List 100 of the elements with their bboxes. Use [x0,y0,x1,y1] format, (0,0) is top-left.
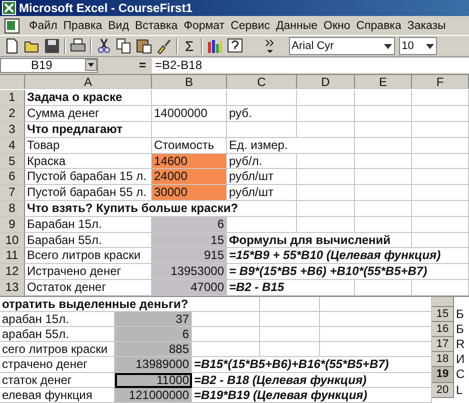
row-header[interactable]: 7 [0,185,25,201]
row-header[interactable]: 11 [0,248,25,264]
font-size-dropdown[interactable]: 10 [398,37,437,56]
menu-item[interactable]: Заказы [404,20,449,32]
row-header[interactable]: 12 [0,264,25,280]
cell-text: С [456,367,465,382]
table-cell [227,216,297,233]
table-cell [297,154,355,170]
dropdown-arrow-icon[interactable] [384,42,392,50]
table-cell [260,342,320,358]
table-cell [297,185,355,201]
table-cell [192,327,260,342]
row-header[interactable]: 1 [0,90,25,106]
column-header[interactable]: D [297,74,355,89]
row-header[interactable]: 5 [0,154,25,170]
row-header[interactable]: 3 [0,122,25,138]
column-header[interactable]: B [152,74,227,89]
column-header[interactable]: C [227,74,297,89]
table-cell [355,154,412,170]
row-header[interactable]: 18 [432,352,454,368]
table-cell [412,185,469,201]
menu-item[interactable]: Файл [26,20,60,32]
menu-item[interactable]: Правка [60,20,106,32]
name-box[interactable]: B19 [0,58,98,73]
more-chevron-icon[interactable] [264,38,275,54]
help-icon[interactable] [226,38,243,54]
column-header[interactable]: A [25,74,152,89]
autosum-button[interactable]: Σ [182,38,197,54]
cell-text: И [456,352,465,366]
menu-item[interactable]: Вид [105,20,132,32]
table-cell [355,90,412,106]
formula-cell[interactable]: =B19*B19 (Целевая функция) [192,388,432,403]
cell-text: R [456,337,465,352]
table-cell [355,200,412,217]
value-cell[interactable]: 11000 [115,372,192,388]
value-cell: 6 [152,216,227,233]
value-cell[interactable]: 6 [115,327,192,342]
table-cell: рубл/шт [227,185,297,201]
bar-chart-icon[interactable] [206,38,223,54]
row-header[interactable]: 19 [432,367,454,383]
table-cell [260,296,320,312]
paste-icon[interactable] [136,38,152,54]
row-header[interactable]: 8 [0,200,25,217]
heading-cell: Формулы для вычислений [227,232,412,248]
row-header[interactable]: 20 [432,382,454,398]
value-cell[interactable]: 885 [115,342,192,358]
printer-icon[interactable] [70,38,86,54]
workbook-icon[interactable] [4,18,20,34]
table-cell: 14000000 [152,106,227,122]
menu-item[interactable]: Данные [272,20,321,32]
table-cell [355,216,412,233]
menu-item[interactable]: Сервис [228,20,273,32]
row-header[interactable]: 15 [432,306,454,322]
table-cell: рубл/шт [227,169,297,186]
table-cell [412,232,469,248]
table-cell [260,327,320,342]
table-cell[interactable]: елевая функция [0,388,115,403]
heading-cell: Что предлагают [25,122,152,138]
formula-cell: = B9*(15*B5 +B6) +B10*(55*B5+B7) [227,264,469,280]
menu-item[interactable]: Формат [180,20,228,32]
row-header[interactable]: 6 [0,169,25,186]
table-cell [297,90,355,106]
font-dropdown[interactable]: Arial Cyr [288,37,395,56]
row-header[interactable]: 16 [432,322,454,338]
column-header[interactable]: F [412,74,469,89]
value-cell[interactable]: 121000000 [115,388,192,403]
table-cell: Остаток денег [25,280,152,296]
formula-cell[interactable]: =B15*(15*B5+B6)+B16*(55*B5+B7) [192,357,432,373]
new-document-icon[interactable] [4,38,20,54]
column-header[interactable]: E [355,74,412,89]
row-header[interactable]: 17 [432,337,454,352]
table-cell [355,138,412,154]
table-cell [355,106,412,122]
row-header[interactable]: 4 [0,138,25,154]
menu-item[interactable]: Окно [320,20,354,32]
value-cell[interactable]: 13989000 [115,357,192,373]
formula-cell[interactable]: =B2 - B18 (Целевая функция) [192,372,432,388]
value-cell[interactable]: 37 [115,312,192,328]
row-header[interactable]: 2 [0,106,25,122]
copy-icon[interactable] [116,38,132,54]
menu-item[interactable]: Вставка [132,20,181,32]
table-cell [227,90,297,106]
table-cell [412,154,469,170]
row-header[interactable]: 10 [0,232,25,248]
scissors-icon[interactable] [96,38,112,54]
row-header[interactable]: 13 [0,280,25,296]
paintbrush-icon[interactable] [156,38,172,54]
cell-text: L [456,382,463,397]
dropdown-arrow-icon[interactable] [426,42,434,50]
window-title: Microsoft Excel - CourseFirst1 [19,1,192,16]
table-cell [412,106,469,122]
menu-item[interactable]: Справка [353,20,404,32]
row-header[interactable]: 9 [0,216,25,233]
table-cell [412,200,469,217]
value-cell: 47000 [152,280,227,296]
save-icon[interactable] [44,38,60,54]
table-cell [297,216,355,233]
table-cell [297,200,355,217]
value-cell: 13953000 [152,264,227,280]
formula-field[interactable]: =B2-B18 [152,58,469,73]
